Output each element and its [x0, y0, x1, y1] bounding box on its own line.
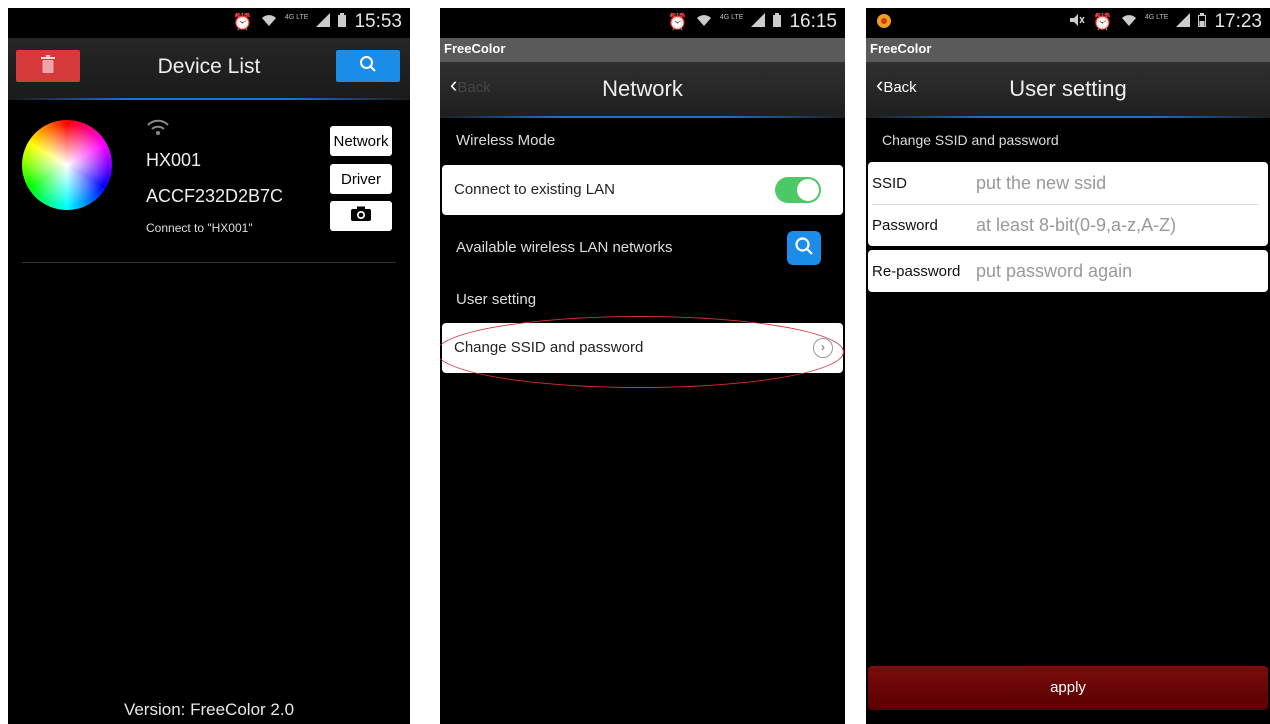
- nav-bar: ‹Back User setting: [866, 62, 1270, 118]
- password-field-row: Password at least 8-bit(0-9,a-z,A-Z): [868, 204, 1268, 248]
- repassword-form: Re-password put password again: [868, 250, 1268, 292]
- section-wireless-mode: Wireless Mode: [456, 132, 556, 149]
- signal-icon: [751, 12, 766, 32]
- battery-icon: [338, 12, 347, 32]
- network-screen: ⏰ 4G LTE 16:15 FreeColor ‹Back Network W…: [440, 8, 845, 724]
- search-icon: [794, 236, 814, 260]
- status-bar: ⏰ 4G LTE 17:23: [866, 8, 1270, 38]
- alarm-icon: ⏰: [667, 14, 688, 31]
- status-time: 15:53: [354, 11, 402, 32]
- battery-icon: [1198, 12, 1207, 32]
- battery-icon: [773, 12, 782, 32]
- wifi-icon: [696, 13, 712, 32]
- alarm-icon: ⏰: [1092, 14, 1113, 31]
- connect-existing-lan-row[interactable]: Connect to existing LAN: [442, 165, 843, 215]
- header-divider: [8, 98, 410, 100]
- ssid-input[interactable]: put the new ssid: [976, 173, 1106, 194]
- user-setting-screen: ⏰ 4G LTE 17:23 FreeColor ‹Back User sett…: [866, 8, 1270, 724]
- nav-bar: ‹Back Network: [440, 62, 845, 118]
- ssid-field-row: SSID put the new ssid: [868, 162, 1268, 206]
- page-title: User setting: [1009, 76, 1127, 101]
- network-button[interactable]: Network: [330, 126, 392, 156]
- section-user-setting: User setting: [456, 291, 537, 308]
- camera-button[interactable]: [330, 201, 392, 231]
- password-input[interactable]: at least 8-bit(0-9,a-z,A-Z): [976, 215, 1176, 236]
- search-button[interactable]: [336, 50, 400, 82]
- password-label: Password: [872, 217, 938, 234]
- mute-icon: [1069, 13, 1085, 32]
- status-time: 17:23: [1214, 11, 1262, 32]
- network-type: 4G LTE: [284, 13, 309, 21]
- wifi-icon: [146, 118, 170, 141]
- toggle-knob: [797, 179, 819, 201]
- status-time: 16:15: [789, 11, 837, 32]
- device-list-header: Device List: [8, 38, 410, 100]
- device-name: HX001: [146, 150, 202, 170]
- nav-divider: [440, 116, 845, 118]
- device-list-screen: ⏰ 4G LTE 15:53 Device List HX001 ACCF232…: [8, 8, 410, 724]
- status-bar: ⏰ 4G LTE 16:15: [440, 8, 845, 38]
- available-networks-row[interactable]: Available wireless LAN networks: [456, 231, 845, 271]
- wifi-icon: [261, 13, 277, 32]
- repassword-field-row: Re-password put password again: [868, 250, 1268, 294]
- repassword-input[interactable]: put password again: [976, 261, 1132, 282]
- alarm-icon: ⏰: [232, 14, 253, 31]
- wifi-icon: [1121, 13, 1137, 32]
- app-name: FreeColor: [440, 38, 845, 62]
- repassword-label: Re-password: [872, 263, 961, 280]
- color-wheel[interactable]: [22, 120, 112, 210]
- ssid-password-form: SSID put the new ssid Password at least …: [868, 162, 1268, 246]
- highlight-ellipse: [440, 316, 844, 388]
- app-name: FreeColor: [866, 38, 1270, 62]
- scan-networks-button[interactable]: [787, 231, 821, 265]
- signal-icon: [1176, 12, 1191, 32]
- status-bar: ⏰ 4G LTE 15:53: [8, 8, 410, 38]
- connect-existing-lan-toggle[interactable]: [775, 177, 821, 203]
- connection-status: Connect to "HX001": [146, 221, 253, 235]
- connect-existing-lan-label: Connect to existing LAN: [454, 181, 615, 198]
- section-subtitle: Change SSID and password: [882, 132, 1059, 148]
- search-icon: [359, 55, 377, 78]
- app-notification-icon: [876, 12, 892, 35]
- ssid-label: SSID: [872, 175, 908, 192]
- network-type: 4G LTE: [719, 13, 744, 21]
- driver-button[interactable]: Driver: [330, 164, 392, 194]
- available-networks-label: Available wireless LAN networks: [456, 239, 673, 256]
- apply-button[interactable]: apply: [868, 666, 1268, 710]
- device-mac: ACCF232D2B7C: [146, 186, 284, 206]
- nav-divider: [866, 116, 1270, 118]
- network-type: 4G LTE: [1144, 13, 1169, 21]
- page-title: Network: [602, 76, 683, 101]
- device-divider: [22, 262, 396, 263]
- signal-icon: [316, 12, 331, 32]
- camera-icon: [350, 206, 372, 226]
- version-label: Version: FreeColor 2.0: [123, 700, 295, 719]
